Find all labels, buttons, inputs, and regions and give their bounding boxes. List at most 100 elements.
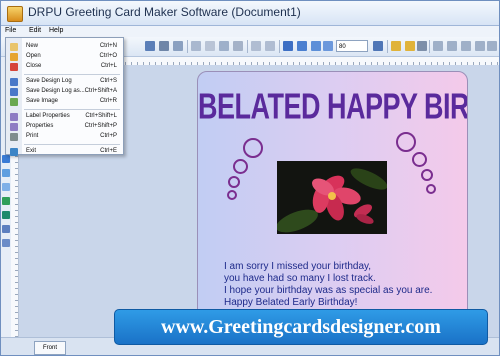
menu-separator xyxy=(24,144,120,145)
lock-icon[interactable] xyxy=(391,41,401,51)
banner-url: www.Greetingcardsdesigner.com xyxy=(161,316,441,338)
zoom-fit-icon[interactable] xyxy=(311,41,321,51)
menu-item-shortcut: Ctrl+Shift+A xyxy=(84,88,117,94)
align-bottom-icon[interactable] xyxy=(487,41,497,51)
save-icon xyxy=(10,78,18,86)
file-menu-item[interactable]: Save Design Log Ctrl+S xyxy=(6,77,123,87)
menu-item-shortcut: Ctrl+Shift+L xyxy=(85,113,117,119)
file-menu-item[interactable]: Properties Ctrl+Shift+P xyxy=(6,122,123,132)
message-line: I hope your birthday was as special as y… xyxy=(224,285,433,296)
barcode-icon[interactable] xyxy=(2,211,10,219)
menu-item-label: Save Design Log xyxy=(26,78,72,84)
app-icon xyxy=(7,6,23,22)
zoom-out-icon[interactable] xyxy=(373,41,383,51)
delete-icon[interactable] xyxy=(233,41,243,51)
bubble-decoration xyxy=(421,169,433,181)
toolbar-separator xyxy=(279,40,280,53)
menu-item-label: Open xyxy=(26,53,41,59)
copy-icon[interactable] xyxy=(191,41,201,51)
tab-front[interactable]: Front xyxy=(34,341,66,355)
card-message[interactable]: I am sorry I missed your birthday, you h… xyxy=(224,261,464,309)
triangle-icon[interactable] xyxy=(2,183,10,191)
properties-icon xyxy=(10,123,18,131)
new-document-icon xyxy=(10,43,18,51)
menu-item-label: Close xyxy=(26,63,42,69)
menu-item-shortcut: Ctrl+E xyxy=(100,148,117,154)
file-menu-item[interactable]: Open Ctrl+O xyxy=(6,52,123,62)
file-menu-item[interactable]: Label Properties Ctrl+Shift+L xyxy=(6,112,123,122)
menu-item-shortcut: Ctrl+R xyxy=(99,98,117,104)
bubble-decoration xyxy=(243,138,263,158)
exit-icon xyxy=(10,148,18,156)
menu-bar: File Edit Help xyxy=(1,26,499,37)
file-menu-item[interactable]: Exit Ctrl+E xyxy=(6,147,123,157)
card-title[interactable]: BELATED HAPPY BIRTHDAY xyxy=(198,86,467,128)
menu-separator xyxy=(24,109,120,110)
save-as-icon xyxy=(10,88,18,96)
menu-edit[interactable]: Edit xyxy=(29,27,41,34)
menu-item-shortcut: Ctrl+Shift+P xyxy=(84,123,117,129)
line-icon[interactable] xyxy=(2,239,10,247)
menu-item-label: Exit xyxy=(26,148,37,154)
website-banner: www.Greetingcardsdesigner.com xyxy=(114,309,488,345)
menu-item-label: Label Properties xyxy=(26,113,70,119)
close-icon xyxy=(10,63,18,71)
undo-icon[interactable] xyxy=(159,41,169,51)
align-center-icon[interactable] xyxy=(447,41,457,51)
file-menu-item[interactable]: Save Image Ctrl+R xyxy=(6,97,123,107)
toolbar-separator xyxy=(387,40,388,53)
menu-item-label: Save Image xyxy=(26,98,59,104)
window-title: DRPU Greeting Card Maker Software (Docum… xyxy=(28,5,301,19)
align-top-icon[interactable] xyxy=(475,41,485,51)
menu-item-shortcut: Ctrl+L xyxy=(100,63,117,69)
pen-icon[interactable] xyxy=(2,225,10,233)
star-icon[interactable] xyxy=(2,169,10,177)
bubble-decoration xyxy=(412,152,427,167)
menu-help[interactable]: Help xyxy=(49,27,63,34)
align-icon[interactable] xyxy=(251,41,261,51)
file-menu-item[interactable]: New Ctrl+N xyxy=(6,42,123,52)
align-left-icon[interactable] xyxy=(433,41,443,51)
grid-icon[interactable] xyxy=(283,41,293,51)
paste-icon[interactable] xyxy=(205,41,215,51)
open-folder-icon xyxy=(10,53,18,61)
menu-item-shortcut: Ctrl+N xyxy=(99,43,117,49)
menu-separator xyxy=(24,74,120,75)
menu-item-label: Print xyxy=(26,133,39,139)
group-icon[interactable] xyxy=(265,41,275,51)
zoom-in-icon[interactable] xyxy=(323,41,333,51)
bubble-decoration xyxy=(228,176,240,188)
toolbar-separator xyxy=(187,40,188,53)
title-bar: DRPU Greeting Card Maker Software (Docum… xyxy=(1,1,499,26)
align-right-icon[interactable] xyxy=(461,41,471,51)
menu-item-label: New xyxy=(26,43,39,49)
menu-file[interactable]: File xyxy=(5,27,16,34)
message-line: I am sorry I missed your birthday, xyxy=(224,261,372,272)
zoom-select[interactable]: 80 xyxy=(336,40,368,52)
save-image-icon xyxy=(10,98,18,106)
message-line: Happy Belated Early Birthday! xyxy=(224,297,358,308)
menu-item-label: Save Design Log as... xyxy=(26,88,85,94)
menu-item-shortcut: Ctrl+O xyxy=(99,53,117,59)
file-menu-item[interactable]: Print Ctrl+P xyxy=(6,132,123,142)
move-icon[interactable] xyxy=(297,41,307,51)
message-line: you have had so many I lost track. xyxy=(224,273,376,284)
menu-item-shortcut: Ctrl+S xyxy=(100,78,117,84)
file-menu-item[interactable]: Close Ctrl+L xyxy=(6,62,123,72)
menu-item-shortcut: Ctrl+P xyxy=(100,133,117,139)
image-icon[interactable] xyxy=(2,197,10,205)
file-menu-item[interactable]: Save Design Log as... Ctrl+Shift+A xyxy=(6,87,123,97)
bubble-decoration xyxy=(426,184,436,194)
label-properties-icon xyxy=(10,113,18,121)
print-icon xyxy=(10,133,18,141)
cut-icon[interactable] xyxy=(219,41,229,51)
flower-photo[interactable] xyxy=(277,161,387,234)
toolbar-separator xyxy=(247,40,248,53)
layer-icon[interactable] xyxy=(417,41,427,51)
unlock-icon[interactable] xyxy=(405,41,415,51)
save-icon[interactable] xyxy=(145,41,155,51)
app-window: DRPU Greeting Card Maker Software (Docum… xyxy=(0,0,500,356)
redo-icon[interactable] xyxy=(173,41,183,51)
bubble-decoration xyxy=(227,190,237,200)
bubble-decoration xyxy=(396,132,416,152)
